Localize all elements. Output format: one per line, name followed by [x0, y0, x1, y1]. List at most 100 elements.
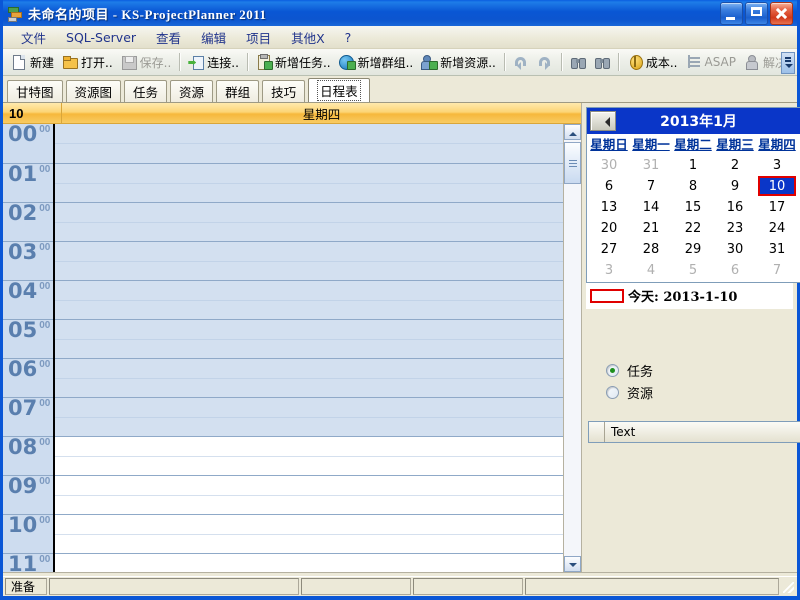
menu-item-sql-server[interactable]: SQL-Server	[56, 28, 146, 47]
toolbar-open-button[interactable]: 打开..	[58, 50, 117, 74]
calendar-day-29[interactable]: 29	[672, 239, 714, 260]
hour-slots[interactable]	[55, 124, 563, 572]
tab-tasks[interactable]: 任务	[124, 80, 168, 102]
calendar-day-31[interactable]: 31	[756, 239, 798, 260]
toolbar-add-group-button[interactable]: 新增群组..	[335, 50, 418, 74]
tab-label: 任务	[133, 85, 159, 100]
redo-icon	[537, 54, 553, 70]
calendar-day-10-selected[interactable]: 10	[756, 176, 798, 197]
toolbar-add-task-button[interactable]: 新增任务..	[252, 50, 335, 74]
list-column-header-text[interactable]: Text	[605, 422, 800, 442]
tab-tips[interactable]: 技巧	[262, 80, 306, 102]
radio-tasks[interactable]: 任务	[606, 359, 793, 381]
calendar-day-16[interactable]: 16	[714, 197, 756, 218]
half-hour-divider	[55, 417, 563, 418]
menu-item-other[interactable]: 其他X	[281, 26, 335, 49]
tab-resources[interactable]: 资源	[170, 80, 214, 102]
calendar-day-5[interactable]: 5	[672, 260, 714, 281]
calendar-day-28[interactable]: 28	[630, 239, 672, 260]
time-slot-06[interactable]	[55, 358, 563, 397]
menu-item-edit[interactable]: 编辑	[191, 26, 236, 49]
calendar-day-30[interactable]: 30	[714, 239, 756, 260]
cost-coin-icon	[627, 54, 643, 70]
tab-groups[interactable]: 群组	[216, 80, 260, 102]
toolbar-save-button[interactable]: 保存..	[117, 50, 176, 74]
time-slot-05[interactable]	[55, 319, 563, 358]
status-pane-3	[413, 578, 523, 595]
calendar-day-13[interactable]: 13	[588, 197, 630, 218]
calendar-day-3[interactable]: 3	[588, 260, 630, 281]
time-slot-02[interactable]	[55, 202, 563, 241]
calendar-day-4[interactable]: 4	[630, 260, 672, 281]
minimize-button[interactable]	[720, 1, 743, 25]
calendar-day-6[interactable]: 6	[714, 260, 756, 281]
calendar-weekday-4: 星期四	[758, 137, 796, 152]
calendar-day-24[interactable]: 24	[756, 218, 798, 239]
calendar-day-22[interactable]: 22	[672, 218, 714, 239]
time-slot-10[interactable]	[55, 514, 563, 553]
hour-minutes: 00	[39, 164, 51, 175]
radio-resources[interactable]: 资源	[606, 381, 793, 403]
scroll-down-icon[interactable]	[564, 556, 581, 572]
calendar-today-legend: 今天: 2013-1-10	[586, 283, 793, 309]
calendar-day-20[interactable]: 20	[588, 218, 630, 239]
time-slot-11[interactable]	[55, 553, 563, 572]
toolbar-new-button[interactable]: 新建	[7, 50, 58, 74]
calendar-day-27[interactable]: 27	[588, 239, 630, 260]
toolbar-find-button[interactable]	[566, 50, 590, 74]
hour-label-03: 03 00	[3, 241, 53, 280]
tab-resource-chart[interactable]: 资源图	[65, 80, 122, 102]
calendar-day-1[interactable]: 1	[672, 155, 714, 176]
scrollbar-thumb[interactable]	[564, 142, 581, 184]
calendar-day-number: 31	[768, 242, 786, 257]
scrollbar-track[interactable]	[564, 140, 581, 556]
calendar-day-3[interactable]: 3	[756, 155, 798, 176]
menu-item-help[interactable]: ?	[335, 28, 362, 47]
calendar-day-2[interactable]: 2	[714, 155, 756, 176]
toolbar-cost-button[interactable]: 成本..	[623, 50, 682, 74]
menu-item-project[interactable]: 项目	[236, 26, 281, 49]
time-slot-09[interactable]	[55, 475, 563, 514]
time-slot-04[interactable]	[55, 280, 563, 319]
toolbar-add-resource-button[interactable]: 新增资源..	[417, 50, 500, 74]
connect-icon	[188, 54, 205, 70]
calendar-day-6[interactable]: 6	[588, 176, 630, 197]
time-slot-03[interactable]	[55, 241, 563, 280]
maximize-button[interactable]	[745, 1, 768, 25]
schedule-vertical-scrollbar[interactable]	[563, 124, 581, 572]
calendar-day-8[interactable]: 8	[672, 176, 714, 197]
toolbar-connect-button[interactable]: 连接..	[184, 50, 243, 74]
calendar-day-30[interactable]: 30	[588, 155, 630, 176]
time-slot-08[interactable]	[55, 436, 563, 475]
toolbar-overflow-button[interactable]	[781, 52, 795, 74]
calendar-day-number: 30	[726, 242, 744, 257]
toolbar-find-next-button[interactable]	[590, 50, 614, 74]
calendar-weekday-row: 星期日星期一星期二星期三星期四星期五	[587, 134, 800, 153]
calendar-day-17[interactable]: 17	[756, 197, 798, 218]
time-slot-00[interactable]	[55, 124, 563, 163]
toolbar-redo-button[interactable]	[533, 50, 557, 74]
hour-minutes: 00	[39, 437, 51, 448]
toolbar-asap-button[interactable]: ASAP	[682, 50, 741, 74]
resize-grip-icon[interactable]	[781, 580, 795, 594]
menu-item-view[interactable]: 查看	[146, 26, 191, 49]
tab-schedule[interactable]: 日程表	[308, 78, 370, 102]
calendar-day-21[interactable]: 21	[630, 218, 672, 239]
time-slot-01[interactable]	[55, 163, 563, 202]
toolbar-undo-button[interactable]	[509, 50, 533, 74]
list-column-header-blank[interactable]	[589, 422, 605, 442]
calendar-day-9[interactable]: 9	[714, 176, 756, 197]
close-button[interactable]	[770, 1, 793, 25]
time-slot-07[interactable]	[55, 397, 563, 436]
calendar-day-15[interactable]: 15	[672, 197, 714, 218]
calendar-day-7[interactable]: 7	[756, 260, 798, 281]
calendar-day-23[interactable]: 23	[714, 218, 756, 239]
menu-item-file[interactable]: 文件	[11, 26, 56, 49]
calendar-day-31[interactable]: 31	[630, 155, 672, 176]
scroll-up-icon[interactable]	[564, 124, 581, 140]
calendar-day-7[interactable]: 7	[630, 176, 672, 197]
calendar-day-14[interactable]: 14	[630, 197, 672, 218]
items-list[interactable]: Text	[588, 421, 800, 443]
calendar-prev-month-button[interactable]	[590, 111, 616, 131]
tab-gantt-chart[interactable]: 甘特图	[7, 80, 63, 102]
